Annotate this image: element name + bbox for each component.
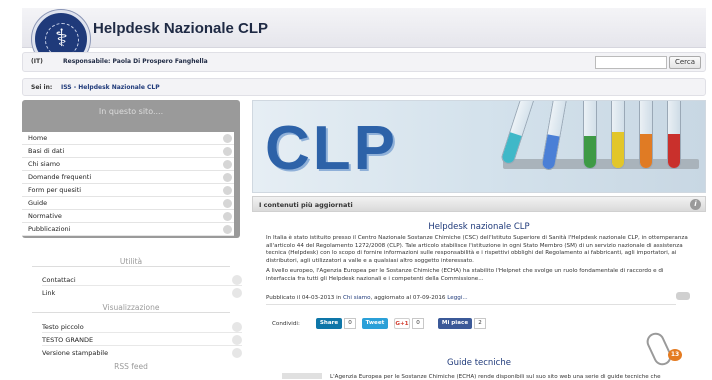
banner-text: CLP [265, 114, 398, 183]
bullet-icon [223, 199, 232, 208]
sidebar-item-label: Home [28, 134, 48, 142]
sidebar-item-pubblicazioni[interactable]: Pubblicazioni [22, 223, 234, 236]
info-bar: (IT) Responsabile: Paola Di Prospero Fan… [22, 52, 706, 72]
guide-text: L'Agenzia Europea per le Sostanze Chimic… [330, 374, 661, 380]
nav-box: In questo sito.... Home Basi di dati Chi… [22, 100, 240, 238]
sidebar-item-normative[interactable]: Normative [22, 210, 234, 223]
bullet-icon [223, 186, 232, 195]
contattaci-link[interactable]: Contattaci [42, 274, 242, 286]
mail-icon [232, 275, 242, 285]
versione-stampabile-link[interactable]: Versione stampabile [42, 347, 242, 359]
gplus-count: 0 [412, 318, 424, 329]
test-tube-icon [667, 101, 681, 169]
linkedin-count: 0 [344, 318, 356, 329]
section-header: I contenuti più aggiornati i [252, 196, 706, 212]
rss-title: RSS feed [114, 362, 148, 371]
link-link[interactable]: Link [42, 287, 242, 299]
facebook-like-button[interactable]: Mi piace [438, 318, 472, 329]
sidebar-item-home[interactable]: Home [22, 132, 234, 145]
article-paragraph: In Italia è stato istituito presso il Ce… [266, 235, 688, 264]
article-paragraph: A livello europeo, l'Agenzia Europea per… [266, 268, 664, 282]
language-indicator[interactable]: (IT) [31, 58, 43, 65]
share-label: Condividi: [272, 321, 300, 327]
breadcrumb-label: Sei in: [31, 84, 53, 91]
site-title[interactable]: Helpdesk Nazionale CLP [93, 20, 268, 37]
guide-title[interactable]: Guide tecniche [252, 358, 706, 368]
comment-icon[interactable] [676, 292, 690, 300]
read-more-link[interactable]: Leggi... [447, 295, 467, 301]
main-content: CLP I contenuti più aggiornati i Helpdes… [252, 100, 706, 380]
side-item-label: TESTO GRANDE [42, 336, 94, 344]
sidebar-item-label: Domande frequenti [28, 173, 92, 181]
visualizzazione-title: Visualizzazione [102, 303, 160, 312]
text-large-icon [232, 335, 242, 345]
test-tube-icon [583, 101, 597, 169]
link-icon [232, 288, 242, 298]
responsabile-label: Responsabile: Paola Di Prospero Fanghell… [63, 58, 208, 65]
sidebar-item-label: Pubblicazioni [28, 225, 71, 233]
section-title: I contenuti più aggiornati [259, 201, 353, 209]
sidebar: In questo sito.... Home Basi di dati Chi… [22, 100, 242, 373]
site-header: ⚕ Helpdesk Nazionale CLP [22, 8, 706, 68]
info-icon[interactable]: i [690, 199, 701, 210]
side-item-label: Testo piccolo [42, 323, 84, 331]
facebook-count: 2 [474, 318, 486, 329]
bullet-icon [223, 160, 232, 169]
side-item-label: Link [42, 289, 56, 297]
bullet-icon [223, 212, 232, 221]
sidebar-item-label: Basi di dati [28, 147, 65, 155]
liquid-red [668, 134, 680, 168]
breadcrumb: Sei in: ISS - Helpdesk Nazionale CLP [22, 78, 706, 96]
liquid-orange [640, 134, 652, 168]
print-icon [232, 348, 242, 358]
bullet-icon [223, 225, 232, 234]
text-small-icon [232, 322, 242, 332]
bullet-icon [223, 134, 232, 143]
article-title[interactable]: Helpdesk nazionale CLP [252, 222, 706, 232]
divider [32, 312, 230, 313]
divider [32, 266, 230, 267]
testo-piccolo-link[interactable]: Testo piccolo [42, 321, 242, 333]
meta-category-link[interactable]: Chi siamo [343, 295, 371, 301]
sidebar-item-form-per-quesiti[interactable]: Form per quesiti [22, 184, 234, 197]
utilita-title: Utilità [119, 257, 143, 266]
bullet-icon [223, 147, 232, 156]
liquid-yellow [612, 132, 624, 168]
sidebar-item-domande-frequenti[interactable]: Domande frequenti [22, 171, 234, 184]
bullet-icon [223, 173, 232, 182]
breadcrumb-link[interactable]: ISS - Helpdesk Nazionale CLP [61, 84, 160, 91]
sidebar-item-label: Form per quesiti [28, 186, 82, 194]
sidebar-item-label: Normative [28, 212, 62, 220]
meta-updated: , aggiornato al 07-09-2016 [370, 295, 446, 301]
test-tube-icon [639, 101, 653, 169]
search-button[interactable]: Cerca [669, 56, 701, 69]
gplus-button[interactable]: G+1 [394, 318, 410, 329]
tweet-button[interactable]: Tweet [362, 318, 388, 329]
side-item-label: Contattaci [42, 276, 76, 284]
test-tube-icon [499, 101, 535, 166]
sidebar-item-chi-siamo[interactable]: Chi siamo [22, 158, 234, 171]
clp-banner: CLP [252, 100, 706, 193]
linkedin-share-button[interactable]: Share [316, 318, 342, 329]
attachment-count-badge[interactable]: 13 [668, 349, 682, 361]
caduceus-icon: ⚕ [55, 24, 68, 52]
page: ⚕ Helpdesk Nazionale CLP (IT) Responsabi… [22, 8, 706, 380]
sidebar-item-label: Chi siamo [28, 160, 61, 168]
nav-title: In questo sito.... [98, 107, 164, 116]
test-tube-icon [611, 101, 625, 169]
sidebar-item-guide[interactable]: Guide [22, 197, 234, 210]
guide-thumbnail [282, 373, 322, 379]
sidebar-item-basi-di-dati[interactable]: Basi di dati [22, 145, 234, 158]
side-item-label: Versione stampabile [42, 349, 109, 357]
testo-grande-link[interactable]: TESTO GRANDE [42, 334, 242, 346]
search-input[interactable] [595, 56, 667, 69]
sidebar-item-label: Guide [28, 199, 48, 207]
meta-published: Pubblicato il 04-03-2013 in [266, 295, 342, 301]
article-meta: Pubblicato il 04-03-2013 in Chi siamo, a… [266, 295, 676, 305]
liquid-green [584, 136, 596, 168]
